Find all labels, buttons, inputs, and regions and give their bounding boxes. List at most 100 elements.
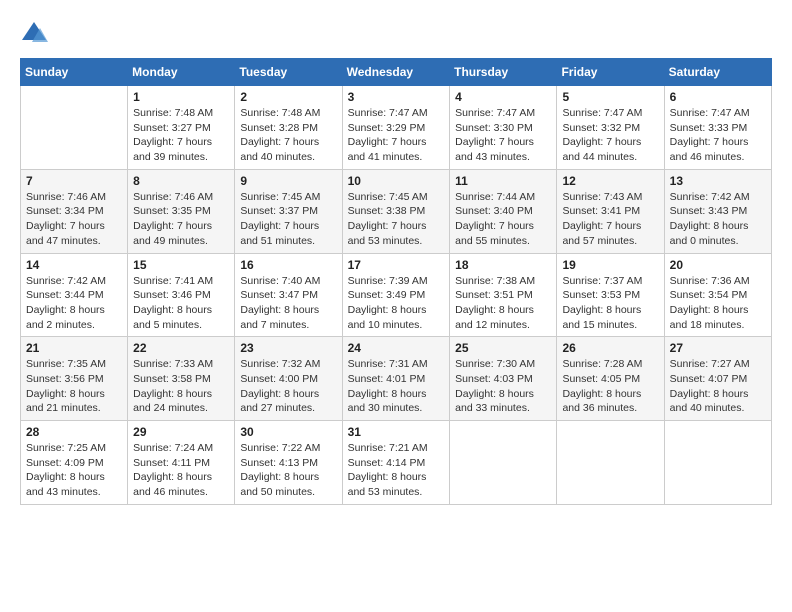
week-row-2: 7 Sunrise: 7:46 AMSunset: 3:34 PMDaylight… (21, 169, 772, 253)
day-number: 22 (133, 341, 229, 355)
day-number: 8 (133, 174, 229, 188)
calendar-cell: 31 Sunrise: 7:21 AMSunset: 4:14 PMDayligh… (342, 421, 450, 505)
day-number: 3 (348, 90, 445, 104)
day-number: 10 (348, 174, 445, 188)
day-info: Sunrise: 7:48 AMSunset: 3:27 PMDaylight:… (133, 106, 229, 165)
day-info: Sunrise: 7:47 AMSunset: 3:33 PMDaylight:… (670, 106, 766, 165)
day-number: 1 (133, 90, 229, 104)
calendar-cell: 8 Sunrise: 7:46 AMSunset: 3:35 PMDaylight… (128, 169, 235, 253)
day-number: 2 (240, 90, 336, 104)
day-info: Sunrise: 7:24 AMSunset: 4:11 PMDaylight:… (133, 441, 229, 500)
day-number: 31 (348, 425, 445, 439)
day-number: 9 (240, 174, 336, 188)
day-number: 24 (348, 341, 445, 355)
day-number: 19 (562, 258, 658, 272)
calendar-cell: 25Sunrise: 7:30 AMSunset: 4:03 PMDayligh… (450, 337, 557, 421)
day-info: Sunrise: 7:36 AMSunset: 3:54 PMDaylight:… (670, 274, 766, 333)
calendar-cell: 2 Sunrise: 7:48 AMSunset: 3:28 PMDaylight… (235, 86, 342, 170)
day-number: 14 (26, 258, 122, 272)
calendar-cell: 14 Sunrise: 7:42 AMSunset: 3:44 PMDayligh… (21, 253, 128, 337)
day-info: Sunrise: 7:45 AMSunset: 3:38 PMDaylight:… (348, 190, 445, 249)
day-info: Sunrise: 7:25 AMSunset: 4:09 PMDaylight:… (26, 441, 122, 500)
week-row-4: 21 Sunrise: 7:35 AMSunset: 3:56 PMDayligh… (21, 337, 772, 421)
day-number: 4 (455, 90, 551, 104)
calendar-cell: 24Sunrise: 7:31 AMSunset: 4:01 PMDayligh… (342, 337, 450, 421)
day-number: 5 (562, 90, 658, 104)
calendar-header: SundayMondayTuesdayWednesdayThursdayFrid… (21, 59, 772, 86)
header-day-friday: Friday (557, 59, 664, 86)
header-day-tuesday: Tuesday (235, 59, 342, 86)
calendar-cell: 11 Sunrise: 7:44 AMSunset: 3:40 PMDayligh… (450, 169, 557, 253)
calendar-cell: 1 Sunrise: 7:48 AMSunset: 3:27 PMDaylight… (128, 86, 235, 170)
calendar-cell (664, 421, 771, 505)
day-number: 15 (133, 258, 229, 272)
day-info: Sunrise: 7:32 AMSunset: 4:00 PMDaylight:… (240, 357, 336, 416)
calendar-cell: 22 Sunrise: 7:33 AMSunset: 3:58 PMDayligh… (128, 337, 235, 421)
calendar-cell: 3 Sunrise: 7:47 AMSunset: 3:29 PMDaylight… (342, 86, 450, 170)
calendar-cell: 16Sunrise: 7:40 AMSunset: 3:47 PMDayligh… (235, 253, 342, 337)
day-number: 29 (133, 425, 229, 439)
calendar-cell: 9Sunrise: 7:45 AMSunset: 3:37 PMDaylight… (235, 169, 342, 253)
day-number: 7 (26, 174, 122, 188)
day-info: Sunrise: 7:28 AMSunset: 4:05 PMDaylight:… (562, 357, 658, 416)
calendar-cell (557, 421, 664, 505)
week-row-1: 1 Sunrise: 7:48 AMSunset: 3:27 PMDaylight… (21, 86, 772, 170)
day-info: Sunrise: 7:47 AMSunset: 3:29 PMDaylight:… (348, 106, 445, 165)
calendar-cell: 5 Sunrise: 7:47 AMSunset: 3:32 PMDaylight… (557, 86, 664, 170)
calendar-cell: 10 Sunrise: 7:45 AMSunset: 3:38 PMDayligh… (342, 169, 450, 253)
header (20, 20, 772, 48)
day-info: Sunrise: 7:39 AMSunset: 3:49 PMDaylight:… (348, 274, 445, 333)
day-info: Sunrise: 7:33 AMSunset: 3:58 PMDaylight:… (133, 357, 229, 416)
day-number: 18 (455, 258, 551, 272)
day-info: Sunrise: 7:46 AMSunset: 3:35 PMDaylight:… (133, 190, 229, 249)
header-day-monday: Monday (128, 59, 235, 86)
day-info: Sunrise: 7:46 AMSunset: 3:34 PMDaylight:… (26, 190, 122, 249)
day-number: 20 (670, 258, 766, 272)
calendar-cell: 29 Sunrise: 7:24 AMSunset: 4:11 PMDayligh… (128, 421, 235, 505)
calendar-cell: 20 Sunrise: 7:36 AMSunset: 3:54 PMDayligh… (664, 253, 771, 337)
day-info: Sunrise: 7:42 AMSunset: 3:44 PMDaylight:… (26, 274, 122, 333)
day-info: Sunrise: 7:37 AMSunset: 3:53 PMDaylight:… (562, 274, 658, 333)
header-day-saturday: Saturday (664, 59, 771, 86)
day-info: Sunrise: 7:38 AMSunset: 3:51 PMDaylight:… (455, 274, 551, 333)
week-row-3: 14 Sunrise: 7:42 AMSunset: 3:44 PMDayligh… (21, 253, 772, 337)
day-info: Sunrise: 7:47 AMSunset: 3:30 PMDaylight:… (455, 106, 551, 165)
calendar-cell: 18 Sunrise: 7:38 AMSunset: 3:51 PMDayligh… (450, 253, 557, 337)
calendar-cell: 13 Sunrise: 7:42 AMSunset: 3:43 PMDayligh… (664, 169, 771, 253)
week-row-5: 28 Sunrise: 7:25 AMSunset: 4:09 PMDayligh… (21, 421, 772, 505)
day-info: Sunrise: 7:27 AMSunset: 4:07 PMDaylight:… (670, 357, 766, 416)
day-number: 25 (455, 341, 551, 355)
calendar-cell: 6Sunrise: 7:47 AMSunset: 3:33 PMDaylight… (664, 86, 771, 170)
calendar-cell: 4 Sunrise: 7:47 AMSunset: 3:30 PMDaylight… (450, 86, 557, 170)
header-row: SundayMondayTuesdayWednesdayThursdayFrid… (21, 59, 772, 86)
day-info: Sunrise: 7:42 AMSunset: 3:43 PMDaylight:… (670, 190, 766, 249)
day-info: Sunrise: 7:48 AMSunset: 3:28 PMDaylight:… (240, 106, 336, 165)
calendar-cell: 28 Sunrise: 7:25 AMSunset: 4:09 PMDayligh… (21, 421, 128, 505)
day-number: 21 (26, 341, 122, 355)
header-day-sunday: Sunday (21, 59, 128, 86)
calendar-body: 1 Sunrise: 7:48 AMSunset: 3:27 PMDaylight… (21, 86, 772, 505)
day-number: 12 (562, 174, 658, 188)
logo (20, 20, 52, 48)
day-info: Sunrise: 7:35 AMSunset: 3:56 PMDaylight:… (26, 357, 122, 416)
calendar-cell (450, 421, 557, 505)
calendar-cell: 7 Sunrise: 7:46 AMSunset: 3:34 PMDaylight… (21, 169, 128, 253)
day-info: Sunrise: 7:43 AMSunset: 3:41 PMDaylight:… (562, 190, 658, 249)
logo-icon (20, 20, 48, 48)
day-number: 28 (26, 425, 122, 439)
day-info: Sunrise: 7:41 AMSunset: 3:46 PMDaylight:… (133, 274, 229, 333)
day-info: Sunrise: 7:44 AMSunset: 3:40 PMDaylight:… (455, 190, 551, 249)
day-info: Sunrise: 7:40 AMSunset: 3:47 PMDaylight:… (240, 274, 336, 333)
calendar-cell (21, 86, 128, 170)
calendar-cell: 30Sunrise: 7:22 AMSunset: 4:13 PMDayligh… (235, 421, 342, 505)
calendar-cell: 26Sunrise: 7:28 AMSunset: 4:05 PMDayligh… (557, 337, 664, 421)
calendar-cell: 27Sunrise: 7:27 AMSunset: 4:07 PMDayligh… (664, 337, 771, 421)
day-number: 13 (670, 174, 766, 188)
day-info: Sunrise: 7:47 AMSunset: 3:32 PMDaylight:… (562, 106, 658, 165)
day-number: 30 (240, 425, 336, 439)
calendar-cell: 12 Sunrise: 7:43 AMSunset: 3:41 PMDayligh… (557, 169, 664, 253)
day-number: 11 (455, 174, 551, 188)
calendar-cell: 15 Sunrise: 7:41 AMSunset: 3:46 PMDayligh… (128, 253, 235, 337)
calendar-cell: 23Sunrise: 7:32 AMSunset: 4:00 PMDayligh… (235, 337, 342, 421)
day-info: Sunrise: 7:21 AMSunset: 4:14 PMDaylight:… (348, 441, 445, 500)
